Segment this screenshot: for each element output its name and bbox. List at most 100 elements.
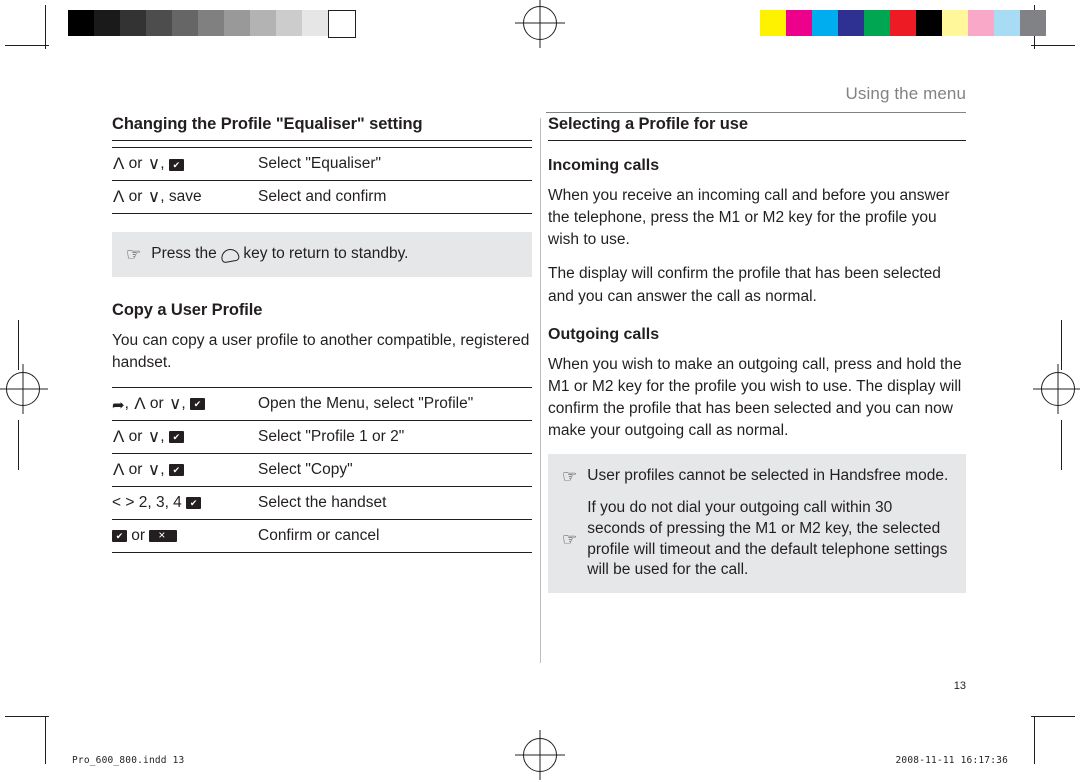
down-arrow-icon: ∨ xyxy=(147,426,160,446)
ok-key-icon xyxy=(112,530,127,543)
up-arrow-icon: Λ xyxy=(113,426,124,446)
registration-mark-left xyxy=(6,372,40,406)
handsfree-note-text: User profiles cannot be selected in Hand… xyxy=(587,467,949,485)
key-text: or xyxy=(124,427,147,445)
color-swatch-8 xyxy=(968,10,994,36)
key-combo-cell: Λ or ∨, save xyxy=(112,180,254,214)
subheading-outgoing-calls: Outgoing calls xyxy=(548,325,660,343)
timeout-note-text: If you do not dial your outgoing call wi… xyxy=(587,498,948,579)
down-arrow-icon: ∨ xyxy=(147,459,160,479)
key-combo-cell: Λ or ∨, xyxy=(112,420,254,454)
standby-note-box: ☞ Press the key to return to standby. xyxy=(112,232,532,278)
grayscale-bar xyxy=(68,10,356,38)
cancel-key-icon xyxy=(149,528,178,543)
action-cell: Open the Menu, select "Profile" xyxy=(254,386,532,421)
color-swatch-7 xyxy=(942,10,968,36)
color-swatch-9 xyxy=(994,10,1020,36)
incoming-paragraph-1: When you receive an incoming call and be… xyxy=(548,187,950,249)
pointing-hand-icon: ☞ xyxy=(562,467,578,487)
ok-key-icon xyxy=(190,398,206,411)
key-text: or xyxy=(145,394,168,412)
up-arrow-icon: Λ xyxy=(134,393,145,413)
color-swatch-0 xyxy=(760,10,786,36)
key-text: , xyxy=(160,427,169,445)
subheading-incoming-calls: Incoming calls xyxy=(548,157,660,174)
column-divider xyxy=(540,118,541,663)
down-arrow-icon: ∨ xyxy=(147,154,160,174)
up-arrow-icon: Λ xyxy=(113,187,124,207)
page-number: 13 xyxy=(953,680,966,692)
crop-mark-top-left-h xyxy=(5,45,49,46)
grayscale-swatch-1 xyxy=(94,10,120,36)
running-head: Using the menu xyxy=(845,84,966,103)
up-arrow-icon: Λ xyxy=(113,459,124,479)
registration-mark-top xyxy=(523,6,557,40)
grayscale-swatch-3 xyxy=(146,10,172,36)
table-row: Λ or ∨, Select "Profile 1 or 2" xyxy=(112,420,532,454)
key-text: or xyxy=(127,526,150,544)
ok-key-icon xyxy=(168,464,184,477)
grayscale-swatch-7 xyxy=(250,10,276,36)
ok-key-icon xyxy=(168,158,184,171)
color-bar xyxy=(760,10,1046,36)
color-swatch-6 xyxy=(916,10,942,36)
color-swatch-1 xyxy=(786,10,812,36)
down-arrow-icon: ∨ xyxy=(147,187,160,207)
grayscale-swatch-9 xyxy=(302,10,328,36)
action-cell: Confirm or cancel xyxy=(254,519,532,553)
copy-profile-key-table: ➦, Λ or ∨, Open the Menu, select "Profil… xyxy=(112,386,532,553)
color-swatch-2 xyxy=(812,10,838,36)
registration-mark-right xyxy=(1041,372,1075,406)
key-text: , xyxy=(181,394,191,412)
grayscale-swatch-10 xyxy=(328,10,356,38)
file-name-footer: Pro_600_800.indd 13 xyxy=(72,755,185,766)
crop-mark-top-left-v xyxy=(45,5,46,49)
outgoing-paragraph: When you wish to make an outgoing call, … xyxy=(548,355,962,440)
timestamp-footer: 2008-11-11 16:17:36 xyxy=(895,755,1008,766)
table-row: Λ or ∨, Select "Equaliser" xyxy=(112,147,532,181)
crop-mark-right-middle-2 xyxy=(1061,420,1062,470)
crop-mark-left-middle xyxy=(18,320,19,370)
action-cell: Select the handset xyxy=(254,486,532,520)
grayscale-swatch-0 xyxy=(68,10,94,36)
running-head-rule xyxy=(546,112,966,113)
table-row: ➦, Λ or ∨, Open the Menu, select "Profil… xyxy=(112,386,532,421)
right-column: Selecting a Profile for use Incoming cal… xyxy=(548,115,966,594)
crop-mark-bottom-left-v xyxy=(45,716,46,764)
color-swatch-10 xyxy=(1020,10,1046,36)
crop-mark-bottom-right-v xyxy=(1034,716,1035,764)
timeout-note-box: ☞ If you do not dial your outgoing call … xyxy=(548,491,966,594)
color-swatch-5 xyxy=(890,10,916,36)
pointing-hand-icon: ☞ xyxy=(126,245,142,264)
left-column: Changing the Profile "Equaliser" setting… xyxy=(112,115,532,553)
key-text: , xyxy=(160,460,169,478)
grayscale-swatch-5 xyxy=(198,10,224,36)
key-text: or xyxy=(124,188,147,205)
right-heading-select-profile: Selecting a Profile for use xyxy=(548,115,966,141)
standby-note-text: Press the key to return to standby. xyxy=(151,244,409,265)
up-arrow-icon: Λ xyxy=(113,154,124,174)
note-suffix: key to return to standby. xyxy=(243,245,409,262)
key-text: < > 2, 3, 4 xyxy=(112,493,187,511)
equaliser-key-table: Λ or ∨, Select "Equaliser" Λ or ∨, save … xyxy=(112,147,532,214)
left-heading-equaliser: Changing the Profile "Equaliser" setting xyxy=(112,115,532,141)
grayscale-swatch-8 xyxy=(276,10,302,36)
key-text: or xyxy=(124,460,147,478)
table-row: Λ or ∨, save Select and confirm xyxy=(112,180,532,214)
action-cell: Select "Profile 1 or 2" xyxy=(254,420,532,454)
key-combo-cell: < > 2, 3, 4 xyxy=(112,486,254,520)
crop-mark-bottom-left-h xyxy=(5,716,49,717)
crop-mark-top-right-h xyxy=(1031,45,1075,46)
key-combo-cell: Λ or ∨, xyxy=(112,453,254,487)
key-text: , save xyxy=(160,188,202,205)
end-call-key-icon xyxy=(220,247,241,264)
action-cell: Select "Copy" xyxy=(254,453,532,487)
key-text: , xyxy=(160,155,169,172)
down-arrow-icon: ∨ xyxy=(168,393,181,413)
note-prefix: Press the xyxy=(151,245,217,262)
copy-profile-paragraph: You can copy a user profile to another c… xyxy=(112,332,530,372)
color-swatch-3 xyxy=(838,10,864,36)
key-combo-cell: ➦, Λ or ∨, xyxy=(112,386,254,421)
table-row: Λ or ∨, Select "Copy" xyxy=(112,453,532,487)
crop-mark-right-middle xyxy=(1061,320,1062,370)
